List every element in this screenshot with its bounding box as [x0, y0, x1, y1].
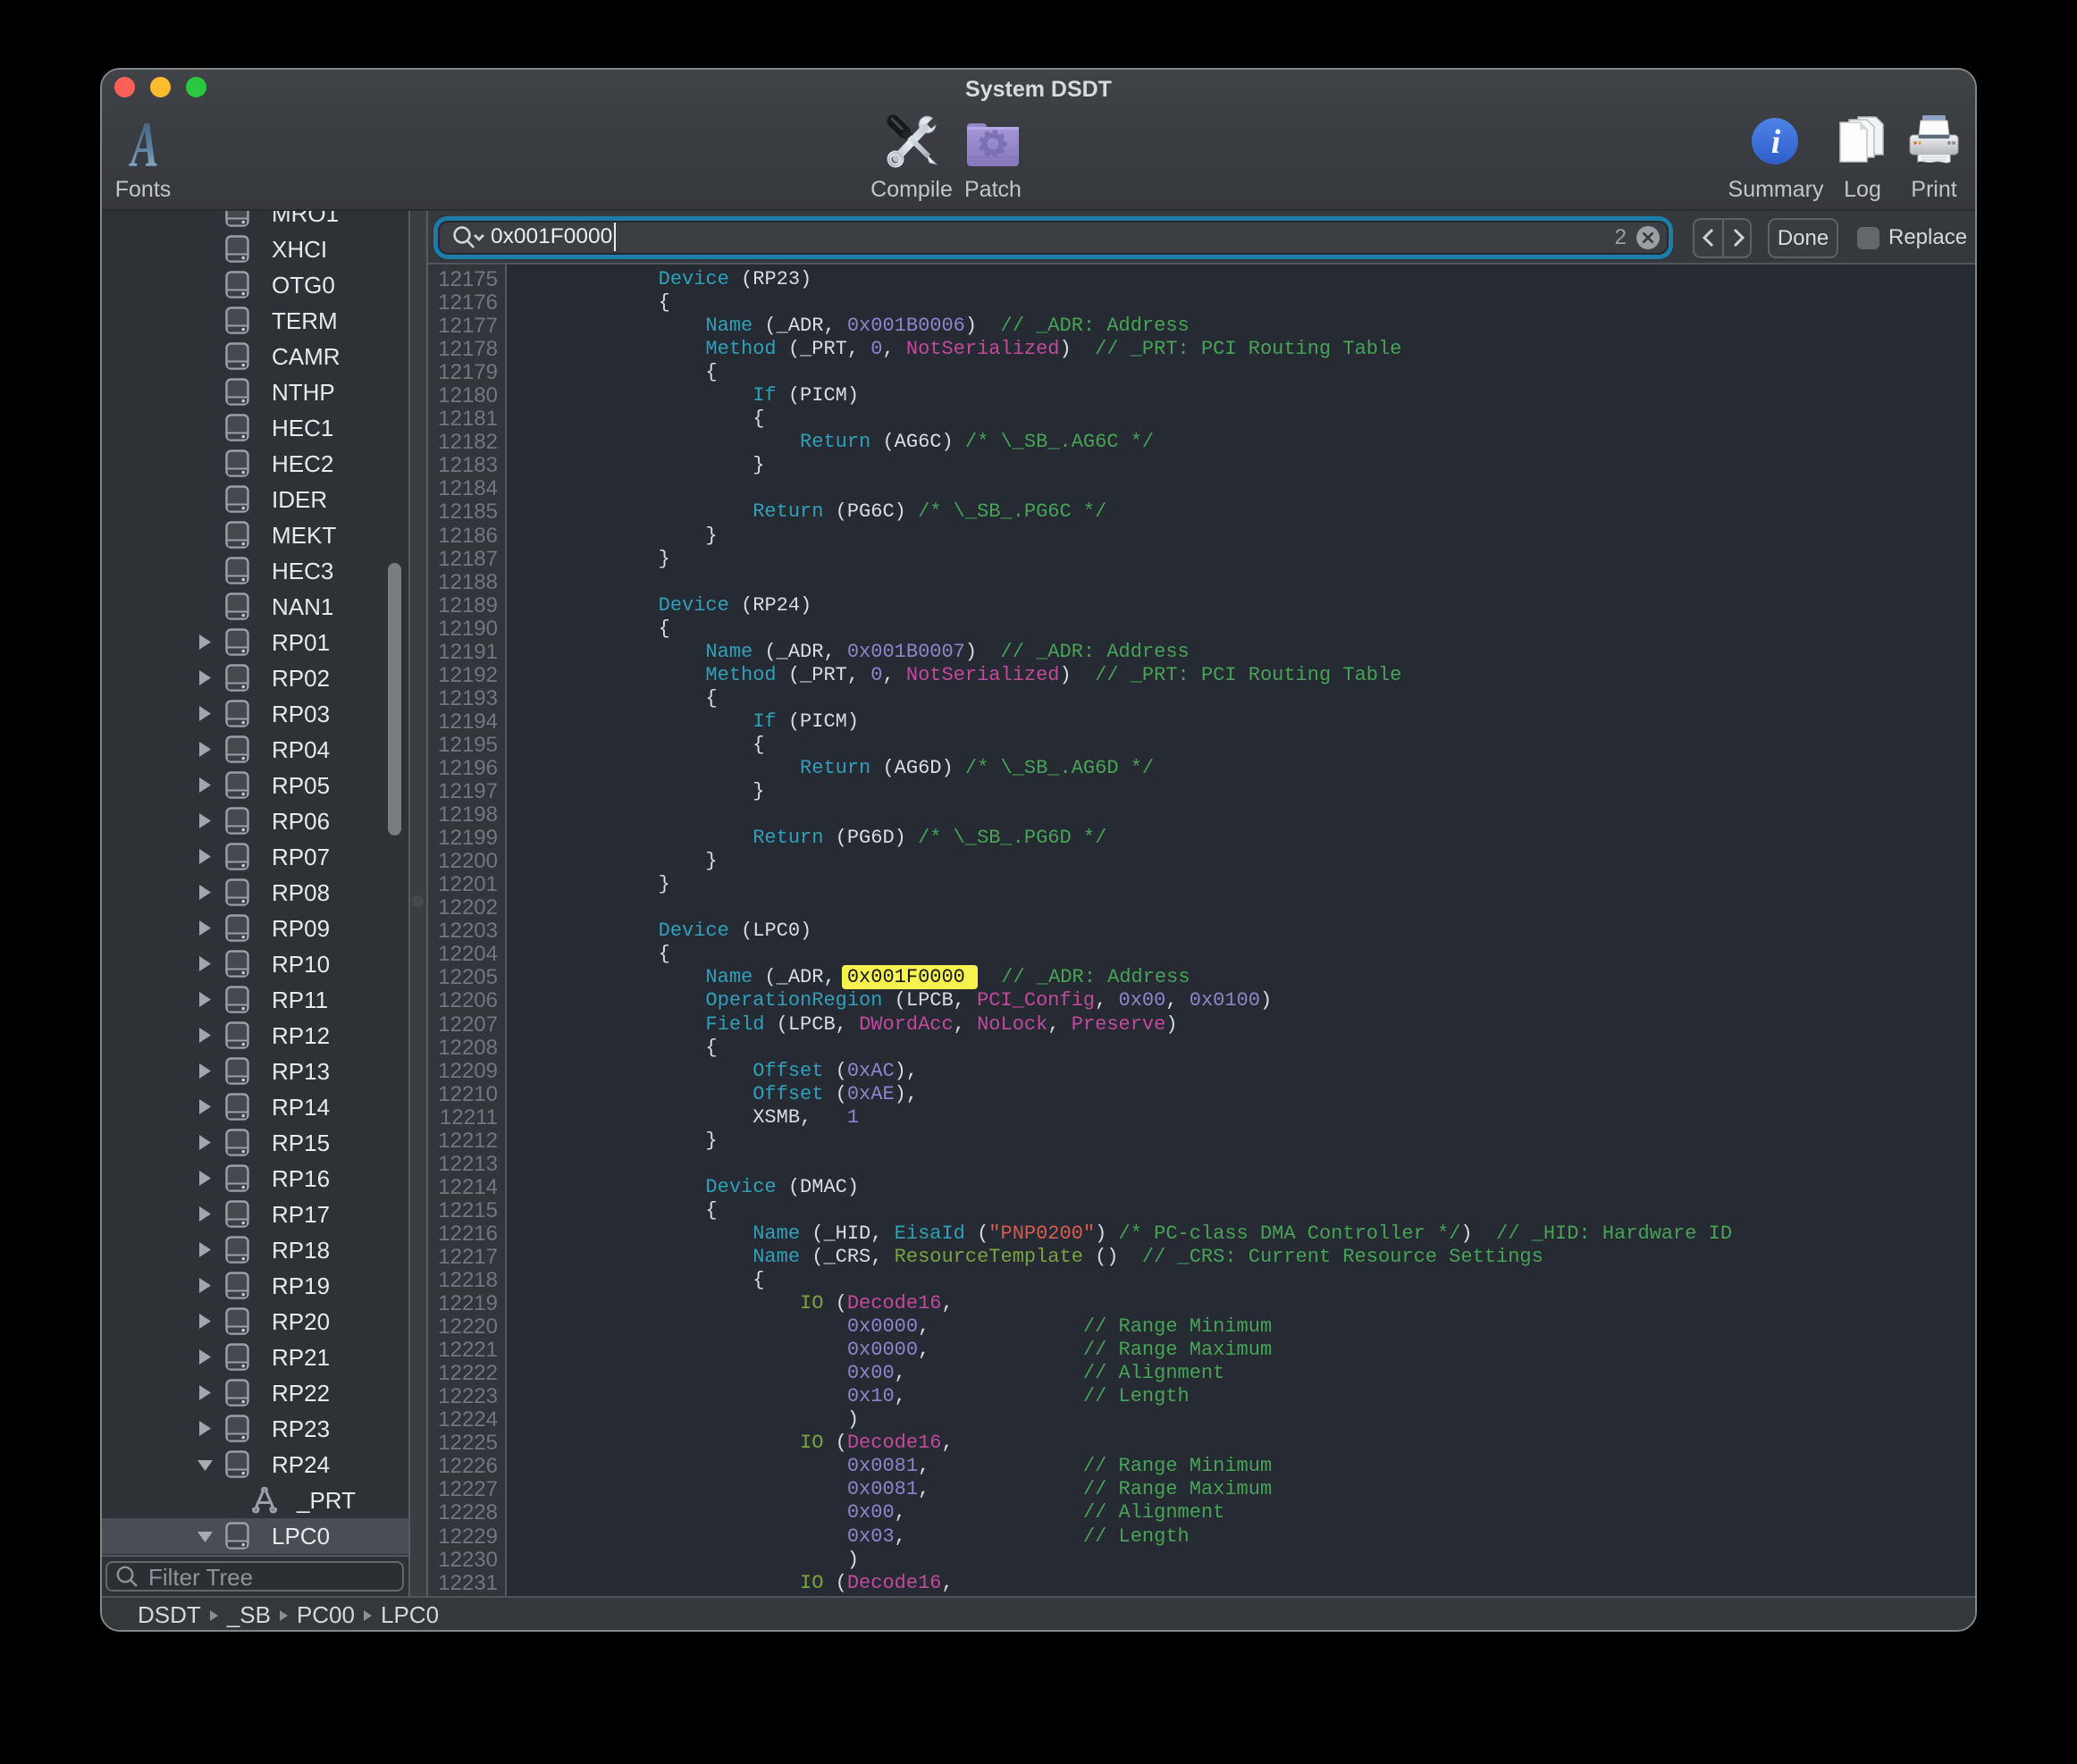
svg-text:A: A — [129, 119, 159, 174]
svg-text:i: i — [1771, 123, 1781, 161]
